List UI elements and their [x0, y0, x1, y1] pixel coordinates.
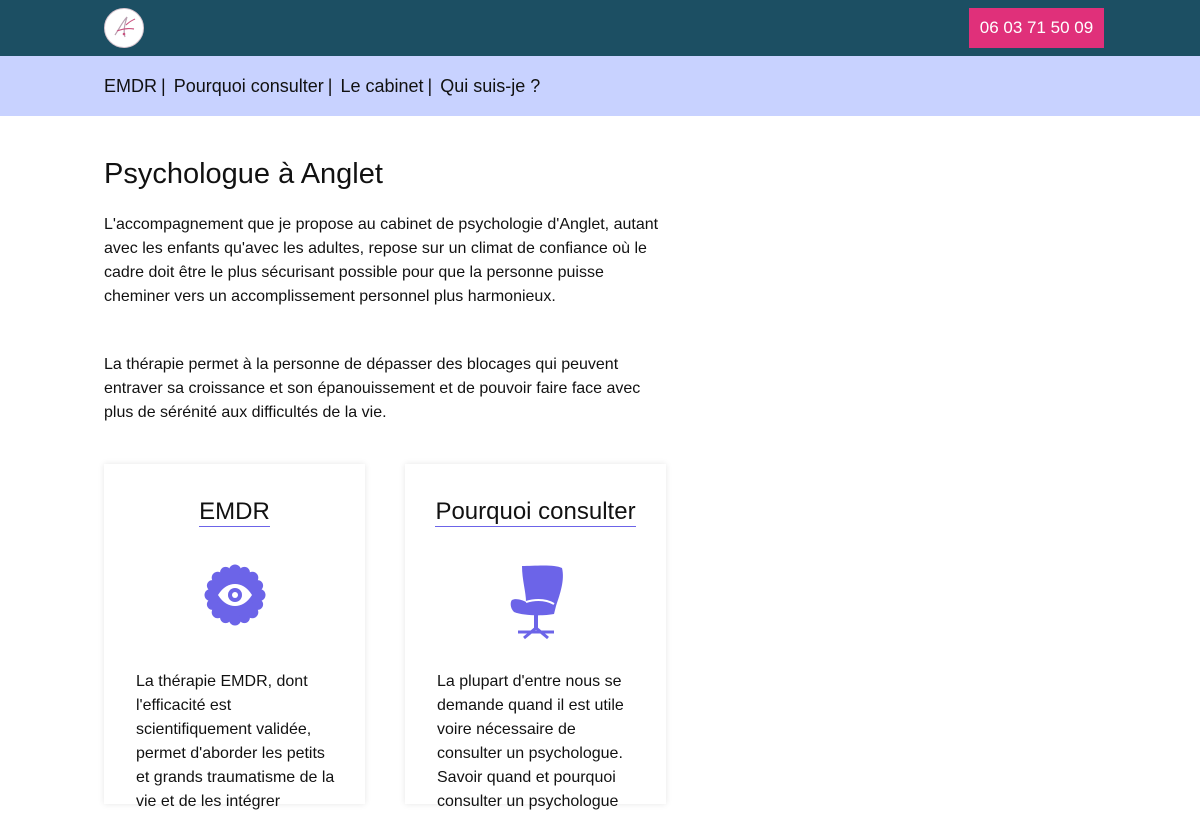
signature-logo-icon	[114, 16, 136, 38]
card-icon	[405, 564, 666, 640]
nav-link-qui-suis-je[interactable]: Qui suis-je ?	[440, 76, 540, 97]
nav-link-le-cabinet[interactable]: Le cabinet	[340, 76, 423, 97]
nav-separator: |	[327, 75, 333, 96]
card-icon	[104, 564, 365, 626]
nav-link-pourquoi-consulter[interactable]: Pourquoi consulter	[174, 76, 324, 97]
phone-button[interactable]: 06 03 71 50 09	[969, 8, 1104, 48]
card-emdr: EMDR La thérapie EMDR, dont l'efficacité…	[104, 464, 365, 810]
nav-separator: |	[427, 75, 433, 96]
nav-item-emdr: EMDR |	[104, 76, 174, 97]
nav-item-le-cabinet: Le cabinet |	[340, 76, 440, 97]
nav-item-qui-suis-je: Qui suis-je ?	[440, 76, 540, 97]
card-title-link-emdr[interactable]: EMDR	[199, 498, 270, 527]
page-title: Psychologue à Anglet	[104, 158, 383, 190]
card-title: Pourquoi consulter	[405, 498, 666, 527]
armchair-icon[interactable]	[504, 564, 568, 640]
main-nav: EMDR | Pourquoi consulter | Le cabinet |…	[0, 56, 1200, 116]
card-text: La thérapie EMDR, dont l'efficacité est …	[136, 673, 335, 810]
card-text: La plupart d'entre nous se demande quand…	[437, 673, 624, 810]
nav-separator: |	[161, 75, 166, 96]
top-header: 06 03 71 50 09	[0, 0, 1200, 56]
intro-paragraph: L'accompagnement que je propose au cabin…	[104, 216, 659, 305]
card-pourquoi-consulter: Pourquoi consulter La plupart d'entre no…	[405, 464, 666, 810]
logo[interactable]	[104, 8, 144, 48]
intro-paragraph: La thérapie permet à la personne de dépa…	[104, 356, 641, 421]
nav-item-pourquoi-consulter: Pourquoi consulter |	[174, 76, 341, 97]
eye-badge-icon[interactable]	[204, 564, 266, 626]
nav-link-emdr[interactable]: EMDR	[104, 76, 157, 97]
card-title-link-pourquoi-consulter[interactable]: Pourquoi consulter	[435, 498, 636, 527]
card-title: EMDR	[104, 498, 365, 527]
